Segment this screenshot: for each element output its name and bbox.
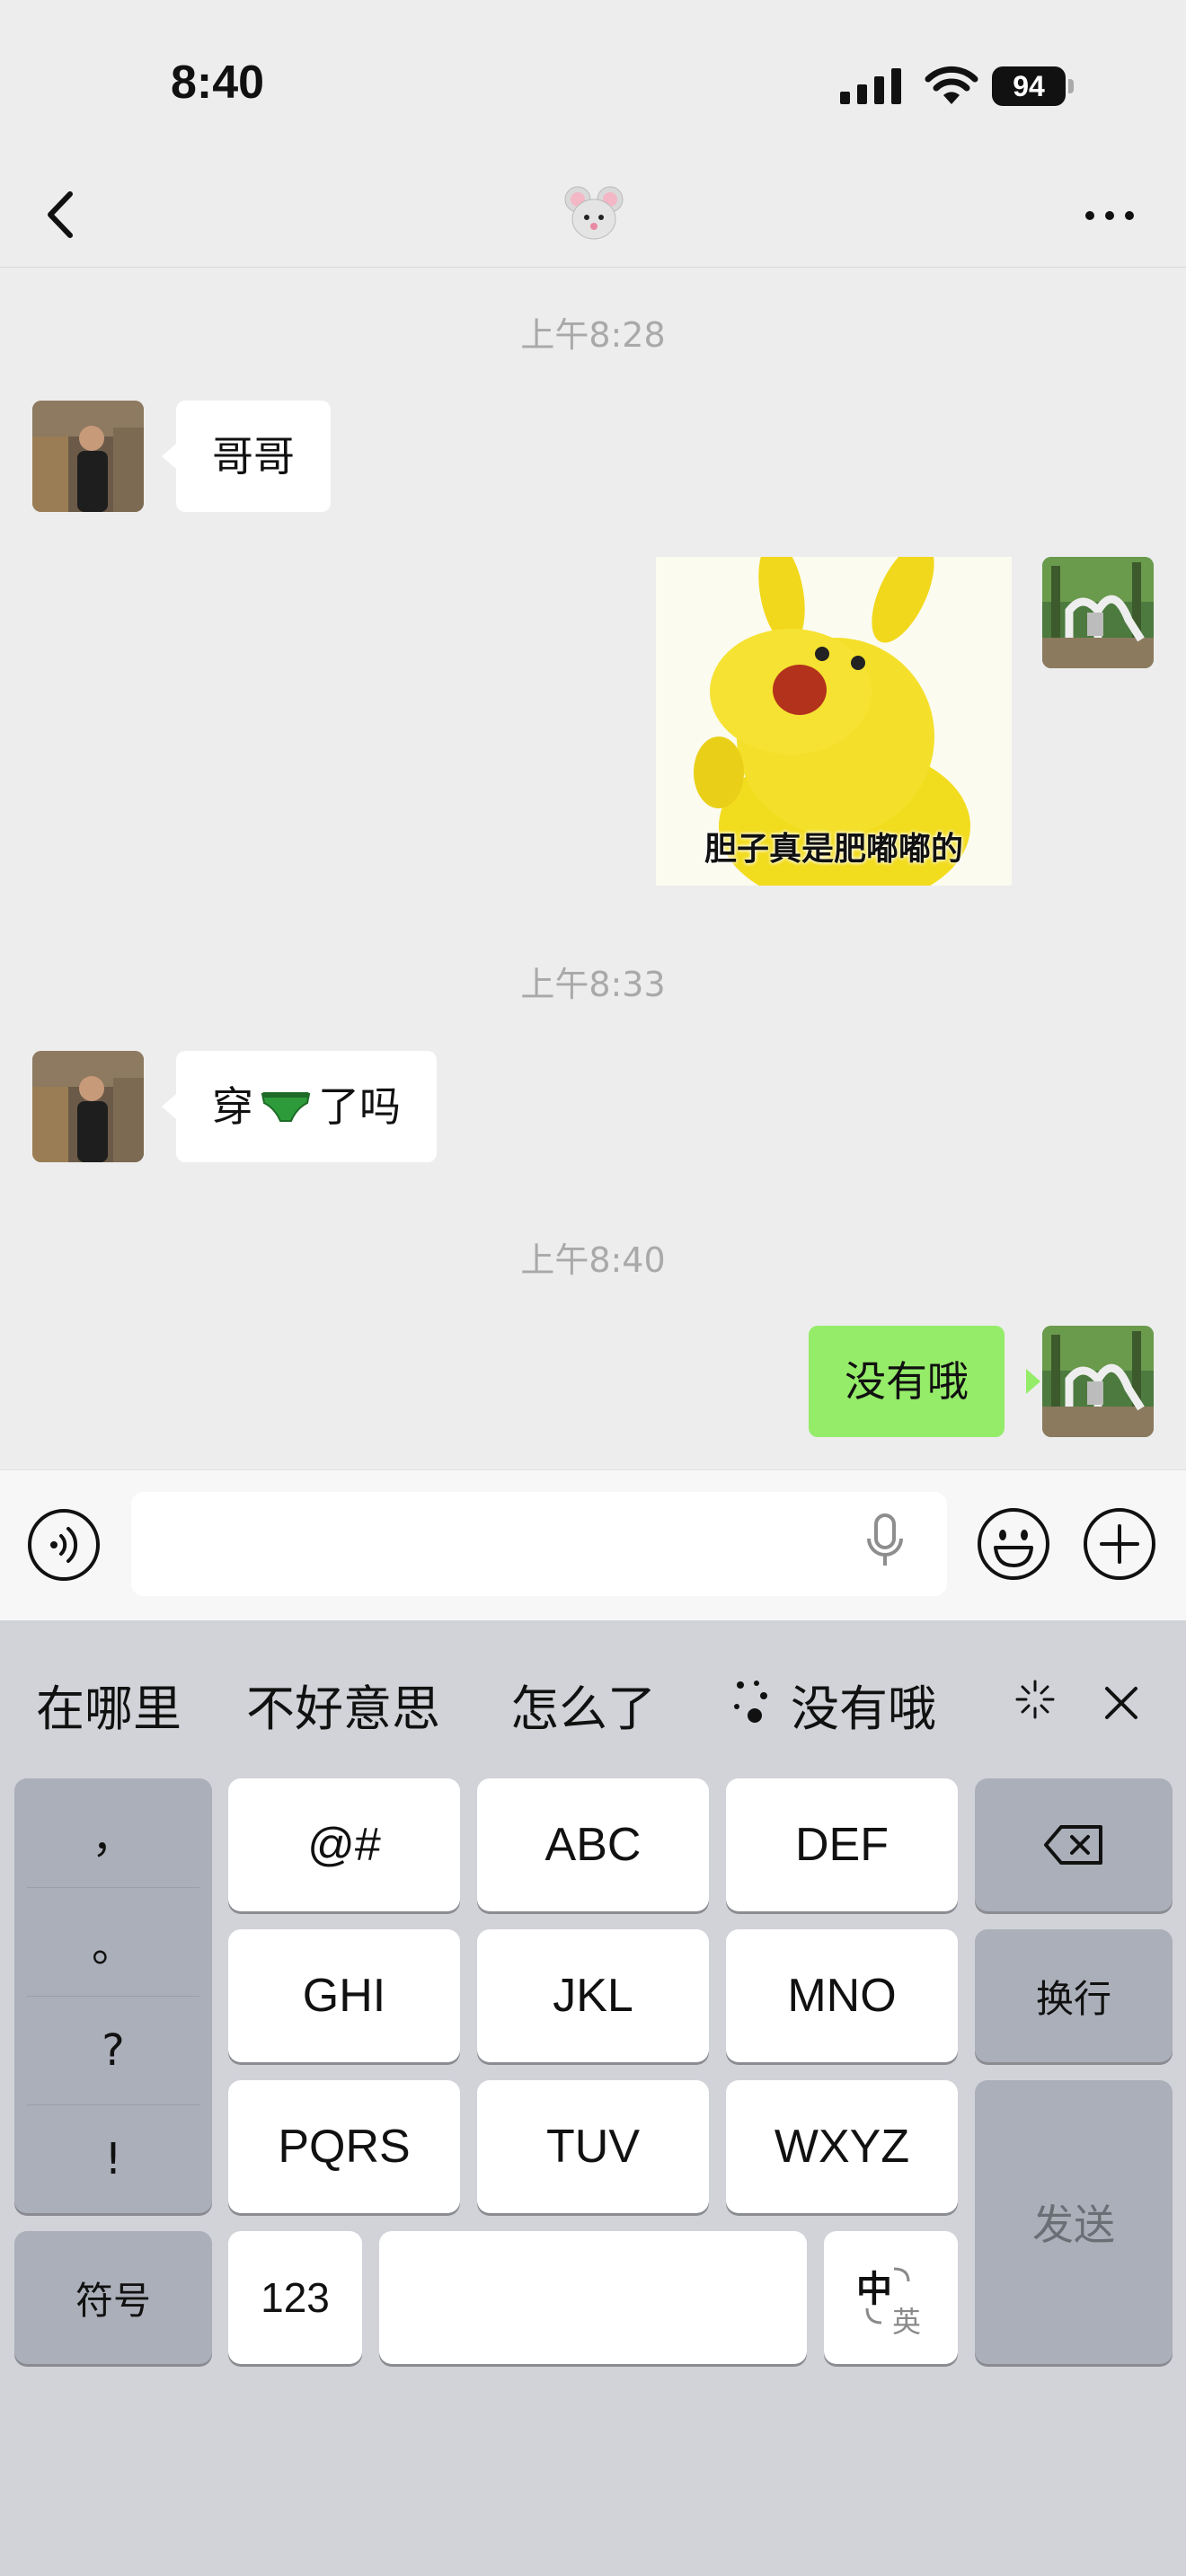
suggestion-bar: 在哪里 不好意思 怎么了 没有哦 xyxy=(0,1620,1186,1778)
message-bubble-incoming[interactable]: 穿 了吗 xyxy=(176,1051,437,1162)
contact-avatar-image xyxy=(32,1051,144,1162)
message-text: 穿 xyxy=(212,1082,253,1131)
send-key[interactable]: 发送 xyxy=(975,2080,1173,2364)
more-icon[interactable] xyxy=(1074,189,1146,243)
key-ghi[interactable]: GHI xyxy=(228,1929,460,2062)
my-avatar-image xyxy=(1042,1326,1154,1437)
key-abc[interactable]: ABC xyxy=(477,1778,709,1911)
message-bubble-incoming[interactable]: 哥哥 xyxy=(176,401,331,512)
space-key[interactable] xyxy=(379,2231,807,2364)
avatar[interactable] xyxy=(32,1051,144,1162)
symbols-key[interactable]: 符号 xyxy=(14,2231,212,2364)
newline-key[interactable]: 换行 xyxy=(975,1929,1173,2062)
message-text: 了吗 xyxy=(318,1082,401,1131)
plus-icon[interactable] xyxy=(1082,1506,1157,1582)
message-bubble-outgoing[interactable]: 没有哦 xyxy=(809,1326,1005,1437)
contact-avatar-image xyxy=(32,401,144,512)
battery-tip xyxy=(1068,79,1074,93)
chat-nav-bar xyxy=(0,162,1186,268)
backspace-key[interactable] xyxy=(975,1778,1173,1911)
chat-input-bar xyxy=(0,1469,1186,1620)
close-icon[interactable] xyxy=(1102,1683,1141,1723)
arrow-icon xyxy=(865,2307,882,2325)
status-time: 8:40 xyxy=(171,57,265,109)
green-underwear-emoji xyxy=(261,1092,311,1122)
punct-key-period[interactable]: 。 xyxy=(14,1887,212,1996)
message-timestamp: 上午8:40 xyxy=(520,1240,666,1280)
sticker-caption: 胆子真是肥嘟嘟的 xyxy=(704,831,963,868)
my-avatar[interactable] xyxy=(1042,557,1154,668)
bubble-tail xyxy=(162,444,176,469)
sticker-image[interactable]: 胆子真是肥嘟嘟的 xyxy=(656,557,1012,886)
backspace-icon xyxy=(1044,1825,1102,1865)
status-bar: 8:40 94 xyxy=(0,0,1186,162)
punct-key-exclaim[interactable]: ! xyxy=(14,2104,212,2213)
arrow-icon xyxy=(893,2267,910,2282)
key-def[interactable]: DEF xyxy=(726,1778,958,1911)
bubble-tail xyxy=(1026,1369,1040,1394)
message-input[interactable] xyxy=(131,1492,947,1596)
battery-icon: 94 xyxy=(992,66,1074,106)
mouse-emoji xyxy=(564,186,624,240)
key-jkl[interactable]: JKL xyxy=(477,1929,709,2062)
signal-icon xyxy=(840,68,901,104)
voice-icon[interactable] xyxy=(27,1508,101,1582)
lang-en-label: 英 xyxy=(892,2306,922,2338)
suggestion-item[interactable]: 没有哦 xyxy=(791,1669,936,1740)
wifi-icon xyxy=(925,66,978,104)
my-avatar[interactable] xyxy=(1042,1326,1154,1437)
suggestion-item[interactable]: 不好意思 xyxy=(246,1669,440,1740)
suggestion-item[interactable]: 在哪里 xyxy=(36,1669,181,1740)
mic-icon[interactable] xyxy=(863,1510,907,1573)
key-pqrs[interactable]: PQRS xyxy=(228,2080,460,2213)
numbers-key[interactable]: 123 xyxy=(228,2231,362,2364)
key-symbols-at[interactable]: @# xyxy=(228,1778,460,1911)
punct-key-question[interactable]: ? xyxy=(14,1996,212,2104)
punct-key-comma[interactable]: ， xyxy=(14,1778,212,1887)
message-timestamp: 上午8:28 xyxy=(520,315,666,355)
emoji-icon[interactable] xyxy=(976,1506,1051,1582)
bubble-tail xyxy=(162,1094,176,1119)
language-switch-key[interactable]: 中 英 xyxy=(824,2231,958,2364)
sparkle-icon xyxy=(734,1681,767,1723)
chevron-left-icon[interactable] xyxy=(36,183,90,246)
key-tuv[interactable]: TUV xyxy=(477,2080,709,2213)
avatar[interactable] xyxy=(32,401,144,512)
loading-icon xyxy=(1015,1680,1055,1719)
message-timestamp: 上午8:33 xyxy=(520,965,666,1004)
punctuation-column: ， 。 ? ! xyxy=(14,1778,212,2213)
suggestion-item[interactable]: 怎么了 xyxy=(510,1669,656,1740)
my-avatar-image xyxy=(1042,557,1154,668)
battery-level: 94 xyxy=(992,66,1066,106)
keyboard: 在哪里 不好意思 怎么了 没有哦 ， 。 ? ! 符号 @# ABC DEF G… xyxy=(0,1620,1186,2576)
key-mno[interactable]: MNO xyxy=(726,1929,958,2062)
key-wxyz[interactable]: WXYZ xyxy=(726,2080,958,2213)
